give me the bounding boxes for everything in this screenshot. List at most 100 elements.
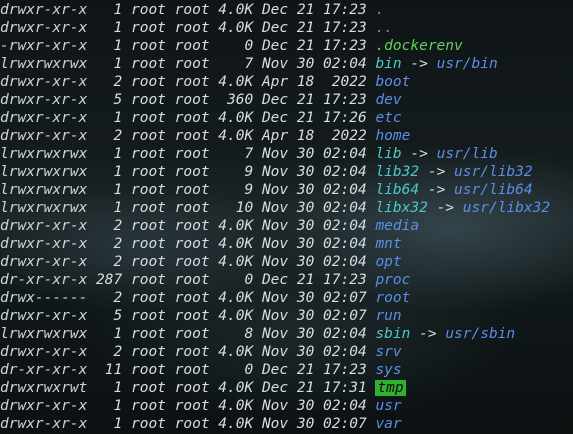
group: root: [174, 380, 210, 396]
file-size: 4.0K: [218, 344, 254, 360]
modified-date: Dec 21 17:23: [261, 38, 367, 54]
group: root: [174, 146, 210, 162]
link-count: 1: [96, 326, 123, 342]
file-name: ..: [375, 20, 393, 36]
listing-row: dr-xr-xr-x 11 root root 0 Dec 21 17:23 s…: [0, 361, 402, 379]
modified-date: Nov 30 02:04: [261, 344, 367, 360]
modified-date: Nov 30 02:04: [261, 326, 367, 342]
modified-date: Nov 30 02:04: [261, 56, 367, 72]
listing-row: lrwxrwxrwx 1 root root 10 Nov 30 02:04 l…: [0, 199, 550, 217]
group: root: [174, 344, 210, 360]
owner: root: [130, 272, 166, 288]
file-size: 4.0K: [218, 218, 254, 234]
modified-date: Dec 21 17:23: [261, 272, 367, 288]
owner: root: [130, 416, 166, 432]
listing-row: lrwxrwxrwx 1 root root 9 Nov 30 02:04 li…: [0, 181, 533, 199]
symlink-target: usr/lib: [436, 146, 498, 162]
modified-date: Nov 30 02:04: [261, 236, 367, 252]
file-name: home: [375, 128, 411, 144]
modified-date: Nov 30 02:07: [261, 416, 367, 432]
file-size: 4.0K: [218, 128, 254, 144]
owner: root: [130, 344, 166, 360]
group: root: [174, 272, 210, 288]
file-name: media: [375, 218, 420, 234]
owner: root: [130, 146, 166, 162]
symlink-arrow: ->: [419, 326, 437, 342]
modified-date: Dec 21 17:23: [261, 2, 367, 18]
symlink-target: usr/lib64: [454, 182, 533, 198]
permissions: drwxr-xr-x: [0, 308, 88, 324]
link-count: 2: [96, 218, 123, 234]
link-count: 1: [96, 38, 123, 54]
link-count: 5: [96, 92, 123, 108]
group: root: [174, 110, 210, 126]
listing-row: lrwxrwxrwx 1 root root 7 Nov 30 02:04 bi…: [0, 55, 498, 73]
link-count: 5: [96, 308, 123, 324]
link-count: 2: [96, 290, 123, 306]
link-count: 1: [96, 56, 123, 72]
modified-date: Nov 30 02:04: [261, 182, 367, 198]
file-size: 4.0K: [218, 236, 254, 252]
owner: root: [130, 218, 166, 234]
file-size: 4.0K: [218, 308, 254, 324]
permissions: lrwxrwxrwx: [0, 326, 88, 342]
file-name: sbin: [375, 326, 411, 342]
permissions: drwxr-xr-x: [0, 416, 88, 432]
group: root: [174, 20, 210, 36]
symlink-target: usr/libx32: [462, 200, 551, 216]
link-count: 1: [96, 380, 123, 396]
modified-date: Dec 21 17:26: [261, 110, 367, 126]
file-size: 7: [218, 56, 254, 72]
symlink-arrow: ->: [410, 56, 428, 72]
owner: root: [130, 128, 166, 144]
owner: root: [130, 308, 166, 324]
permissions: drwxr-xr-x: [0, 398, 88, 414]
permissions: lrwxrwxrwx: [0, 146, 88, 162]
file-name: lib: [375, 146, 402, 162]
owner: root: [130, 20, 166, 36]
file-name: libx32: [375, 200, 428, 216]
file-name: .dockerenv: [375, 38, 463, 54]
listing-row: lrwxrwxrwx 1 root root 8 Nov 30 02:04 sb…: [0, 325, 515, 343]
listing-row: drwxrwxrwt 1 root root 4.0K Dec 21 17:31…: [0, 379, 406, 397]
owner: root: [130, 398, 166, 414]
listing-row: drwxr-xr-x 5 root root 360 Dec 21 17:23 …: [0, 91, 402, 109]
file-name: mnt: [375, 236, 402, 252]
file-name: usr: [375, 398, 402, 414]
group: root: [174, 56, 210, 72]
file-name: dev: [375, 92, 402, 108]
permissions: drwxr-xr-x: [0, 128, 88, 144]
listing-row: drwxr-xr-x 2 root root 4.0K Nov 30 02:04…: [0, 235, 402, 253]
listing-row: drwxr-xr-x 1 root root 4.0K Dec 21 17:23…: [0, 19, 393, 37]
group: root: [174, 128, 210, 144]
link-count: 1: [96, 110, 123, 126]
permissions: drwxr-xr-x: [0, 254, 88, 270]
modified-date: Dec 21 17:31: [261, 380, 367, 396]
permissions: drwxr-xr-x: [0, 74, 88, 90]
link-count: 1: [96, 146, 123, 162]
listing-row: drwxr-xr-x 1 root root 4.0K Dec 21 17:23…: [0, 1, 384, 19]
listing-row: -rwxr-xr-x 1 root root 0 Dec 21 17:23 .d…: [0, 37, 463, 55]
listing-row: drwxr-xr-x 2 root root 4.0K Nov 30 02:04…: [0, 253, 402, 271]
group: root: [174, 2, 210, 18]
permissions: drwxr-xr-x: [0, 20, 88, 36]
group: root: [174, 38, 210, 54]
link-count: 2: [96, 236, 123, 252]
group: root: [174, 236, 210, 252]
permissions: drwxr-xr-x: [0, 218, 88, 234]
modified-date: Nov 30 02:07: [261, 290, 367, 306]
file-size: 0: [218, 272, 254, 288]
modified-date: Nov 30 02:04: [261, 164, 367, 180]
listing-row: drwxr-xr-x 1 root root 4.0K Nov 30 02:07…: [0, 415, 402, 433]
file-name: opt: [375, 254, 402, 270]
owner: root: [130, 200, 166, 216]
file-name: lib64: [375, 182, 420, 198]
symlink-arrow: ->: [427, 164, 446, 180]
listing-row: drwxr-xr-x 2 root root 4.0K Nov 30 02:04…: [0, 217, 419, 235]
symlink-arrow: ->: [436, 200, 455, 216]
permissions: -rwxr-xr-x: [0, 38, 88, 54]
file-name: boot: [375, 74, 411, 90]
file-name: srv: [375, 344, 402, 360]
owner: root: [130, 182, 166, 198]
listing-row: lrwxrwxrwx 1 root root 7 Nov 30 02:04 li…: [0, 145, 498, 163]
